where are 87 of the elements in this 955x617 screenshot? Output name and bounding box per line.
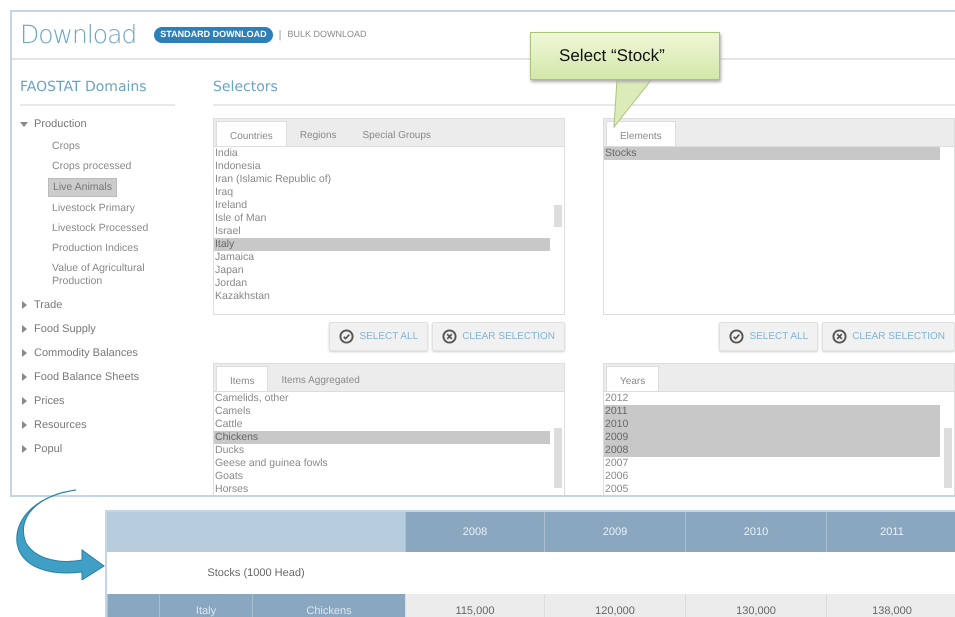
list-option[interactable]: Camels: [214, 405, 550, 418]
list-option[interactable]: Jordan: [214, 277, 550, 290]
value-cell: 138,000: [826, 594, 955, 617]
list-option[interactable]: 2005: [604, 483, 940, 495]
domain-item[interactable]: Production: [34, 116, 87, 132]
page-title: Download: [20, 19, 136, 52]
selector-tab[interactable]: Years: [606, 366, 660, 391]
selection-button[interactable]: SELECT ALL: [719, 322, 818, 351]
item-cell: Chickens: [252, 594, 405, 617]
check-circle-icon: [339, 329, 354, 344]
download-tab[interactable]: BULK DOWNLOAD: [287, 27, 366, 43]
selector-tab[interactable]: Regions: [286, 121, 350, 146]
column-header: 2011: [826, 512, 955, 552]
sidebar-title: FAOSTAT Domains: [20, 60, 175, 106]
list-option[interactable]: 2012: [604, 392, 940, 405]
callout-text: Select “Stock”: [530, 32, 720, 80]
list-option[interactable]: 2008: [604, 444, 940, 457]
caret-right-icon[interactable]: [20, 301, 28, 309]
domain-item[interactable]: Prices: [34, 392, 65, 410]
list-option[interactable]: Iran (Islamic Republic of): [214, 173, 550, 186]
domain-subitem[interactable]: Production Indices: [48, 240, 142, 257]
domain-subitem[interactable]: Livestock Primary: [48, 200, 139, 217]
scrollbar-thumb[interactable]: [944, 428, 952, 488]
domain-item[interactable]: Food Supply: [34, 320, 96, 338]
column-header: 2008: [405, 512, 544, 552]
list-option[interactable]: Ducks: [214, 444, 550, 457]
selector-tab[interactable]: Elements: [606, 121, 676, 146]
list-option[interactable]: Isle of Man: [214, 212, 550, 225]
domain-subitem[interactable]: Livestock Processed: [48, 220, 152, 237]
list-option[interactable]: Horses: [214, 483, 550, 495]
caret-right-icon[interactable]: [20, 397, 28, 405]
domain-item[interactable]: Resources: [34, 416, 87, 434]
domain-item[interactable]: Food Balance Sheets: [34, 368, 140, 386]
country-cell: Italy: [159, 594, 252, 617]
selection-button[interactable]: CLEAR SELECTION: [822, 322, 955, 351]
list-option[interactable]: Indonesia: [214, 160, 550, 173]
domain-item[interactable]: Trade: [34, 296, 62, 314]
separator: |: [278, 28, 282, 43]
selector-tab[interactable]: Special Groups: [350, 121, 444, 146]
domain-subitem[interactable]: Live Animals: [48, 178, 117, 197]
list-option[interactable]: 2009: [604, 431, 940, 444]
list-option[interactable]: Geese and guinea fowls: [214, 457, 550, 470]
caret-right-icon[interactable]: [20, 373, 28, 381]
list-option[interactable]: Chickens: [214, 431, 550, 444]
selector-tab[interactable]: Countries: [216, 121, 287, 146]
scrollbar-thumb[interactable]: [554, 205, 562, 227]
clear-circle-icon: [442, 329, 458, 344]
selection-button[interactable]: CLEAR SELECTION: [432, 322, 565, 351]
list-option[interactable]: Israel: [214, 225, 550, 238]
list-option[interactable]: 2006: [604, 470, 940, 483]
selection-button[interactable]: SELECT ALL: [329, 322, 428, 351]
list-option[interactable]: India: [214, 147, 550, 160]
list-option[interactable]: 2011: [604, 405, 940, 418]
list-option[interactable]: 2007: [604, 457, 940, 470]
caret-down-icon[interactable]: [20, 120, 28, 128]
caret-right-icon[interactable]: [20, 325, 28, 333]
list-option[interactable]: Ireland: [214, 199, 550, 212]
domain-item[interactable]: Popul: [34, 440, 62, 458]
caret-right-icon[interactable]: [20, 445, 28, 453]
list-option[interactable]: Camelids, other: [214, 392, 550, 405]
download-tab[interactable]: STANDARD DOWNLOAD: [154, 27, 273, 43]
domain-subitem[interactable]: Crops: [48, 138, 84, 155]
selector-tab[interactable]: Items: [216, 366, 268, 391]
list-option[interactable]: Jamaica: [214, 251, 550, 264]
list-option[interactable]: Goats: [214, 470, 550, 483]
selector-tab[interactable]: Items Aggregated: [268, 366, 373, 391]
value-cell: 115,000: [405, 594, 544, 617]
list-option[interactable]: Stocks: [604, 147, 940, 160]
domain-subitem[interactable]: Value of Agricultural Production: [48, 260, 175, 290]
domain-subitem[interactable]: Crops processed: [48, 158, 136, 175]
list-option[interactable]: Italy: [214, 238, 550, 251]
value-cell: 120,000: [544, 594, 685, 617]
check-circle-icon: [729, 329, 744, 344]
caret-right-icon[interactable]: [20, 421, 28, 429]
clear-circle-icon: [832, 329, 848, 344]
list-option[interactable]: Kazakhstan: [214, 290, 550, 303]
column-header: 2010: [685, 512, 826, 552]
column-header: 2009: [544, 512, 685, 552]
list-option[interactable]: Japan: [214, 264, 550, 277]
scrollbar-thumb[interactable]: [554, 428, 562, 488]
domain-item[interactable]: Commodity Balances: [34, 344, 138, 362]
list-option[interactable]: Iraq: [214, 186, 550, 199]
curved-arrow-icon: [16, 488, 106, 580]
caret-right-icon[interactable]: [20, 349, 28, 357]
list-option[interactable]: Cattle: [214, 418, 550, 431]
list-option[interactable]: 2010: [604, 418, 940, 431]
value-cell: 130,000: [685, 594, 826, 617]
